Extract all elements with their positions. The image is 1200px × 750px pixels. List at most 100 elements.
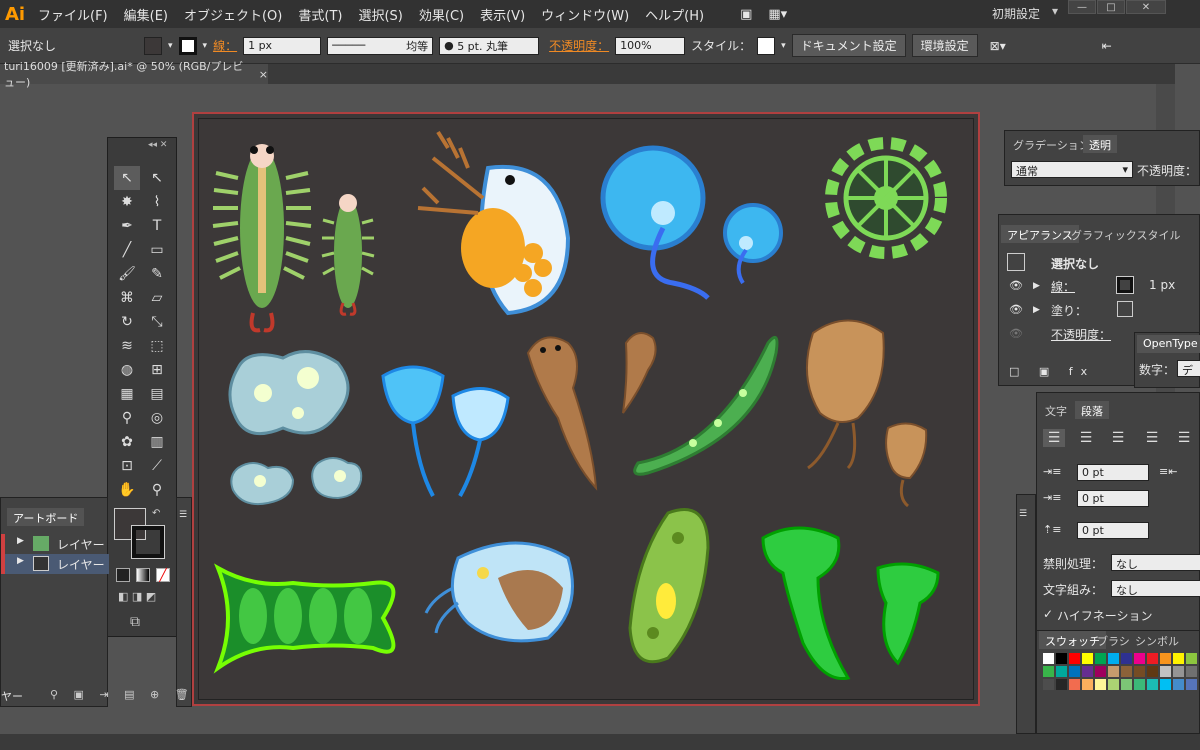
color-swatch[interactable] (1173, 653, 1184, 664)
eyedropper-icon[interactable]: ⚲ (114, 406, 140, 430)
fill-label[interactable]: 塗り： (1051, 302, 1087, 319)
stroke-label[interactable]: 線： (213, 37, 237, 54)
first-line-indent-field[interactable]: 0 pt (1077, 490, 1149, 507)
gradient-mode-icon[interactable] (136, 568, 150, 582)
close-icon[interactable]: × (259, 68, 268, 81)
color-swatch[interactable] (1043, 653, 1054, 664)
slice-tool-icon[interactable]: ⟋ (144, 454, 170, 478)
align-right-icon[interactable]: ☰ (1107, 429, 1129, 447)
eraser-icon[interactable]: ▱ (144, 286, 170, 310)
tab-graphic-styles[interactable]: グラフィックスタイル (1065, 225, 1186, 243)
direct-selection-tool-icon[interactable]: ↖ (144, 166, 170, 190)
radiolaria-illustration[interactable] (825, 137, 947, 259)
panel-menu-icon[interactable]: ⊠▾ (990, 39, 1006, 53)
menu-help[interactable]: ヘルプ(H) (637, 5, 712, 24)
planaria-illustration[interactable] (526, 336, 598, 491)
space-before-field[interactable]: 0 pt (1077, 522, 1149, 539)
tab-transparency[interactable]: 透明 (1083, 135, 1117, 153)
chevron-down-icon[interactable]: ▾ (168, 41, 173, 51)
color-swatch[interactable] (1173, 666, 1184, 677)
left-indent-field[interactable]: 0 pt (1077, 464, 1149, 481)
workspace-dropdown-icon[interactable]: ▾ (1052, 4, 1058, 18)
color-swatch[interactable] (1043, 666, 1054, 677)
color-swatch[interactable] (1108, 679, 1119, 690)
document-tab[interactable]: turi16009 [更新済み].ai* @ 50% (RGB/プレビュー) × (0, 60, 268, 89)
tadpole-shrimp-small-illustration[interactable] (885, 422, 928, 508)
artboard-tool-icon[interactable]: ⊡ (114, 454, 140, 478)
rectangle-tool-icon[interactable]: ▭ (144, 238, 170, 262)
planaria-small-illustration[interactable] (622, 332, 657, 414)
shrimp-small-illustration[interactable] (321, 194, 375, 316)
perspective-grid-icon[interactable]: ⊞ (144, 358, 170, 382)
color-swatch[interactable] (1082, 666, 1093, 677)
color-swatch[interactable] (1069, 653, 1080, 664)
panel-menu-icon[interactable]: ☰ (1019, 509, 1027, 519)
chevron-down-icon[interactable]: ▾ (203, 41, 208, 51)
hyphenation-checkbox[interactable]: ✓ (1043, 607, 1053, 621)
blend-mode-select[interactable]: 通常 ▾ (1011, 161, 1133, 178)
chevron-down-icon[interactable]: ▾ (781, 41, 786, 51)
opacity-label[interactable]: 不透明度： (1051, 326, 1111, 343)
menu-type[interactable]: 書式(T) (290, 5, 350, 24)
symbol-sprayer-icon[interactable]: ✿ (114, 430, 140, 454)
color-swatch[interactable] (1134, 666, 1145, 677)
opacity-field[interactable]: 100% (615, 36, 686, 55)
tab-symbols[interactable]: シンボル (1129, 631, 1185, 649)
layer-row[interactable]: ▶ レイヤー (1, 554, 109, 574)
stroke-swatch[interactable] (1116, 276, 1134, 294)
eye-icon[interactable]: 👁 (1009, 303, 1023, 316)
water-flea-illustration[interactable] (417, 130, 571, 316)
layer-name[interactable]: レイヤー (57, 556, 105, 573)
color-swatch[interactable] (1121, 666, 1132, 677)
justify-icon[interactable]: ☰ (1141, 429, 1163, 447)
minimize-button[interactable]: — (1068, 0, 1096, 14)
style-swatch[interactable] (757, 36, 776, 55)
fill-swatch[interactable] (1117, 301, 1133, 317)
magic-wand-icon[interactable]: ✸ (114, 190, 140, 214)
color-swatch[interactable] (1043, 679, 1054, 690)
selection-tool-icon[interactable]: ↖ (114, 166, 140, 190)
jellyfish-small-illustration[interactable] (723, 203, 783, 285)
align-left-icon[interactable]: ☰ (1043, 429, 1065, 447)
color-swatch[interactable] (1160, 653, 1171, 664)
scale-tool-icon[interactable]: ⤡ (144, 310, 170, 334)
color-swatch[interactable] (1069, 666, 1080, 677)
collapse-icon[interactable]: ◂◂ ✕ (148, 140, 167, 150)
tab-paragraph[interactable]: 段落 (1075, 401, 1109, 419)
color-swatch[interactable] (1056, 653, 1067, 664)
free-transform-icon[interactable]: ⬚ (144, 334, 170, 358)
amoeba-small-2-illustration[interactable] (311, 457, 363, 500)
hand-tool-icon[interactable]: ✋ (114, 478, 140, 502)
expand-arrow-icon[interactable]: ▶ (1033, 305, 1040, 315)
menu-edit[interactable]: 編集(E) (116, 5, 176, 24)
justify-all-icon[interactable]: ☰ (1173, 429, 1195, 447)
shrimp-illustration[interactable] (212, 144, 312, 333)
menu-view[interactable]: 表示(V) (472, 5, 533, 24)
mesh-tool-icon[interactable]: ▦ (114, 382, 140, 406)
stroke-weight-field[interactable]: 1 px (243, 36, 322, 55)
color-swatch[interactable] (1186, 653, 1197, 664)
color-swatch[interactable] (1173, 679, 1184, 690)
panel-menu-icon[interactable]: ☰ (179, 510, 187, 520)
preferences-button[interactable]: 環境設定 (911, 34, 978, 57)
color-swatch[interactable] (1069, 679, 1080, 690)
color-swatch[interactable] (1108, 653, 1119, 664)
color-swatch[interactable] (1082, 679, 1093, 690)
stroke-label[interactable]: 線： (1051, 278, 1075, 295)
stentor-illustration[interactable] (761, 526, 940, 681)
appearance-footer-icons[interactable]: □ ▣ fx (1009, 365, 1095, 378)
color-swatch[interactable] (1147, 653, 1158, 664)
amoeba-illustration[interactable] (228, 350, 350, 436)
none-mode-icon[interactable]: ╱ (156, 568, 170, 582)
color-swatch[interactable] (1095, 666, 1106, 677)
bridge-icon[interactable]: ▣ (732, 7, 760, 22)
menu-object[interactable]: オブジェクト(O) (176, 5, 290, 24)
color-swatch[interactable] (1134, 653, 1145, 664)
align-center-icon[interactable]: ☰ (1075, 429, 1097, 447)
workspace-switcher[interactable]: 初期設定 (992, 5, 1040, 22)
pencil-icon[interactable]: ✎ (144, 262, 170, 286)
lasso-icon[interactable]: ⌇ (144, 190, 170, 214)
layer-row[interactable]: ▶ レイヤー (1, 534, 109, 554)
expand-arrow-icon[interactable]: ▶ (17, 536, 24, 546)
expand-arrow-icon[interactable]: ▶ (17, 556, 24, 566)
